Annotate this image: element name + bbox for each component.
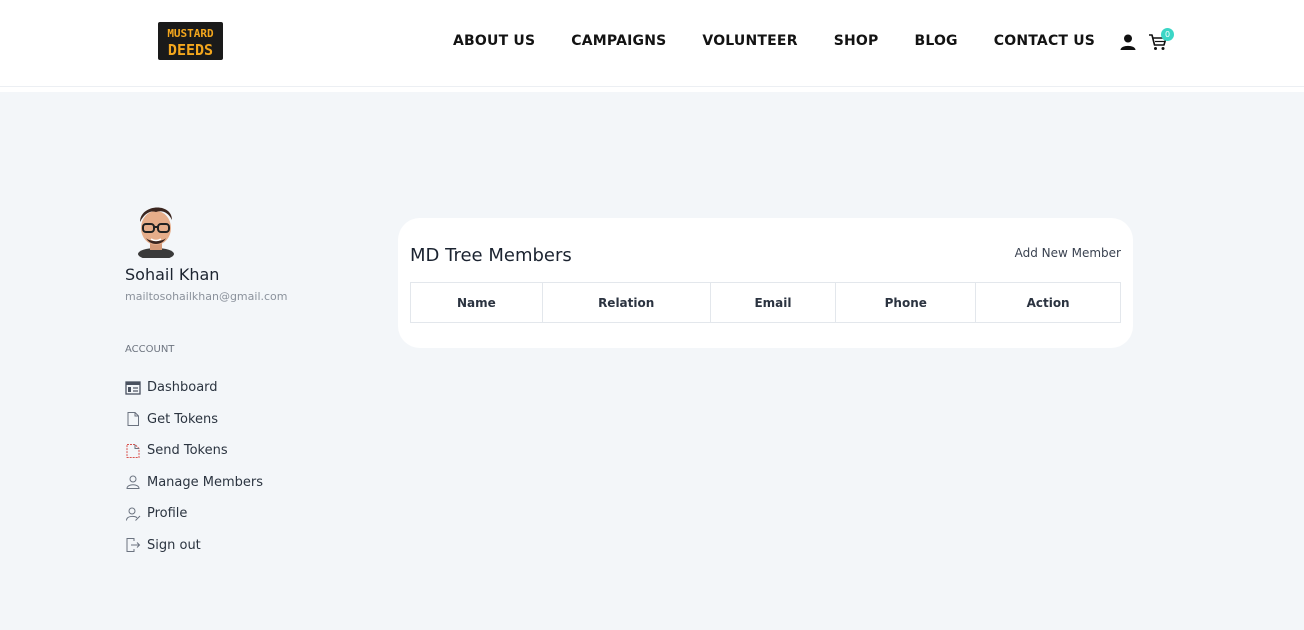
menu-label-sign-out: Sign out bbox=[147, 537, 201, 553]
nav-blog[interactable]: BLOG bbox=[914, 32, 957, 50]
menu-item-profile[interactable]: Profile bbox=[125, 498, 263, 530]
menu-label-profile: Profile bbox=[147, 506, 188, 522]
dashboard-icon bbox=[125, 381, 141, 395]
menu-label-get-tokens: Get Tokens bbox=[147, 411, 219, 427]
page-title: MD Tree Members bbox=[410, 245, 572, 266]
menu-label-send-tokens: Send Tokens bbox=[147, 443, 228, 459]
menu-item-dashboard[interactable]: Dashboard bbox=[125, 372, 263, 404]
column-header-phone: Phone bbox=[835, 282, 977, 323]
menu-item-send-tokens[interactable]: Send Tokens bbox=[125, 435, 263, 467]
logo-text-top: MUSTARD bbox=[167, 27, 214, 40]
document-send-icon bbox=[126, 443, 140, 458]
nav-volunteer[interactable]: VOLUNTEER bbox=[702, 32, 797, 50]
user-icon bbox=[126, 475, 140, 490]
column-header-action: Action bbox=[975, 282, 1121, 323]
menu-item-sign-out[interactable]: Sign out bbox=[125, 530, 263, 562]
nav-campaigns[interactable]: CAMPAIGNS bbox=[571, 32, 666, 50]
header-divider bbox=[0, 87, 1304, 92]
menu-item-get-tokens[interactable]: Get Tokens bbox=[125, 404, 263, 436]
column-header-name: Name bbox=[410, 282, 543, 323]
members-table: Name Relation Email Phone Action bbox=[410, 282, 1121, 323]
nav-shop[interactable]: SHOP bbox=[834, 32, 879, 50]
table-header-row: Name Relation Email Phone Action bbox=[410, 282, 1121, 323]
menu-label-dashboard: Dashboard bbox=[147, 380, 218, 396]
column-header-email: Email bbox=[709, 282, 837, 323]
account-section-label: ACCOUNT bbox=[125, 344, 175, 355]
cart-count-badge: 0 bbox=[1161, 28, 1174, 41]
menu-item-manage-members[interactable]: Manage Members bbox=[125, 467, 263, 499]
site-header: MUSTARD DEEDS ABOUT US CAMPAIGNS VOLUNTE… bbox=[0, 0, 1304, 87]
account-menu: Dashboard Get Tokens Send Tokens Manage … bbox=[125, 372, 263, 561]
document-icon bbox=[127, 412, 139, 427]
user-icon[interactable] bbox=[1119, 33, 1137, 51]
profile-name: Sohail Khan bbox=[125, 265, 220, 284]
nav-contact-us[interactable]: CONTACT US bbox=[994, 32, 1095, 50]
brand-logo[interactable]: MUSTARD DEEDS bbox=[158, 22, 223, 60]
column-header-relation: Relation bbox=[541, 282, 711, 323]
sign-out-icon bbox=[126, 538, 141, 553]
members-card: MD Tree Members Add New Member Name Rela… bbox=[398, 218, 1133, 348]
user-edit-icon bbox=[126, 507, 141, 521]
logo-text-bottom: DEEDS bbox=[168, 41, 213, 59]
nav-about-us[interactable]: ABOUT US bbox=[453, 32, 535, 50]
profile-email: mailtosohailkhan@gmail.com bbox=[125, 290, 288, 303]
main-nav: ABOUT US CAMPAIGNS VOLUNTEER SHOP BLOG C… bbox=[453, 32, 1095, 50]
add-new-member-link[interactable]: Add New Member bbox=[1015, 246, 1121, 260]
avatar bbox=[138, 207, 174, 258]
menu-label-manage-members: Manage Members bbox=[147, 474, 264, 490]
